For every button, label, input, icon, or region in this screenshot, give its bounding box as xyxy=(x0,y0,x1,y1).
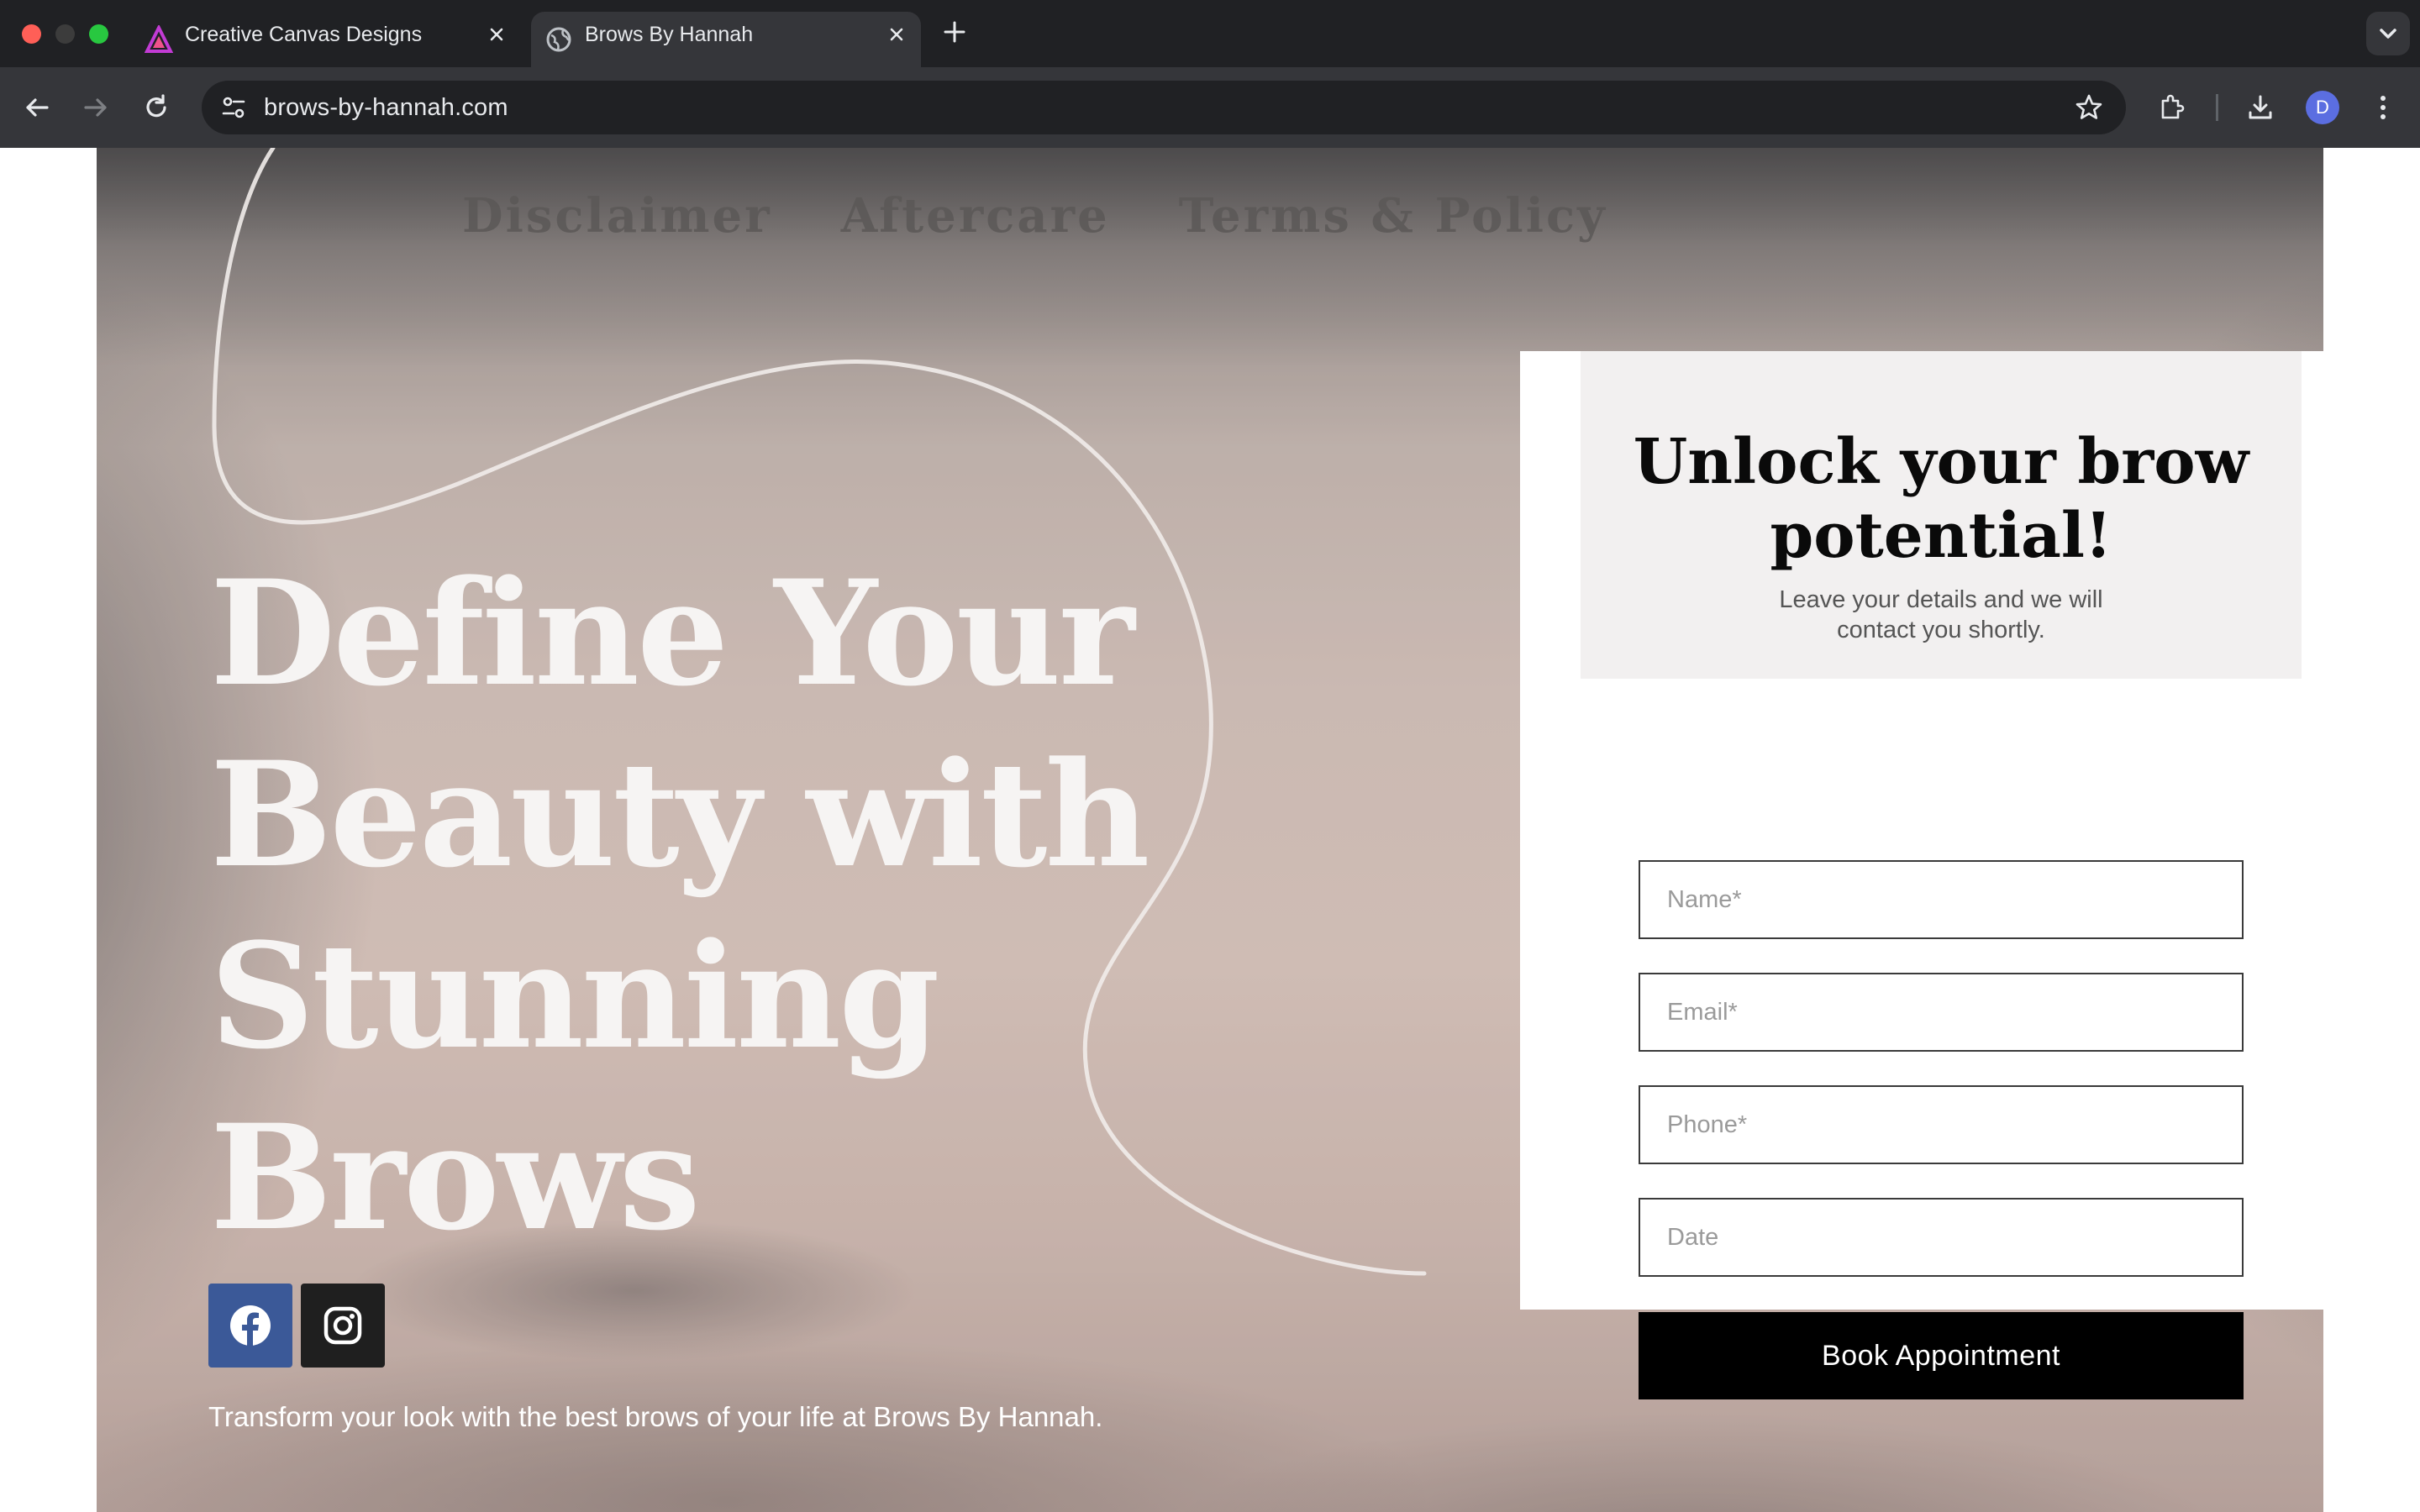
tab-search-button[interactable] xyxy=(2366,12,2410,55)
instagram-button[interactable] xyxy=(301,1284,385,1368)
form-title: Unlock your brow potential! xyxy=(1633,426,2249,572)
browser-tabstrip: Creative Canvas Designs Brows By Hannah xyxy=(0,0,2420,67)
instagram-icon xyxy=(324,1306,362,1345)
hero-headline: Define Your Beauty with Stunning Brows xyxy=(210,548,1150,1263)
window-minimize-button[interactable] xyxy=(55,24,75,44)
tab-title: Creative Canvas Designs xyxy=(185,23,423,46)
page-viewport: Disclaimer Aftercare Terms & Policy Defi… xyxy=(0,148,2420,1512)
book-appointment-button[interactable]: Book Appointment xyxy=(1639,1312,2244,1399)
nav-link-aftercare[interactable]: Aftercare xyxy=(841,188,1110,244)
tab-brows-by-hannah[interactable]: Brows By Hannah xyxy=(531,12,921,67)
nav-link-disclaimer[interactable]: Disclaimer xyxy=(462,188,772,244)
window-close-button[interactable] xyxy=(22,24,41,44)
name-field[interactable] xyxy=(1639,860,2244,939)
nav-link-terms-policy[interactable]: Terms & Policy xyxy=(1179,188,1607,244)
download-icon[interactable] xyxy=(2245,92,2275,123)
facebook-button[interactable] xyxy=(208,1284,292,1368)
form-header: Unlock your brow potential! Leave your d… xyxy=(1581,351,2302,679)
bookmark-star-icon[interactable] xyxy=(2074,92,2104,123)
site-info-icon[interactable] xyxy=(218,92,249,123)
hero-section: Disclaimer Aftercare Terms & Policy Defi… xyxy=(97,148,2323,1512)
chevron-down-icon xyxy=(2380,29,2396,39)
date-field[interactable] xyxy=(1639,1198,2244,1277)
more-vertical-icon[interactable] xyxy=(2368,92,2398,123)
address-bar[interactable]: brows-by-hannah.com xyxy=(202,81,2126,134)
tab-title: Brows By Hannah xyxy=(585,23,754,46)
site-nav: Disclaimer Aftercare Terms & Policy xyxy=(462,188,1607,244)
new-tab-plus-icon[interactable] xyxy=(941,18,968,45)
close-icon[interactable] xyxy=(486,24,508,45)
tab-creative-canvas-designs[interactable]: Creative Canvas Designs xyxy=(131,12,521,67)
globe-icon xyxy=(546,27,571,52)
window-zoom-button[interactable] xyxy=(89,24,108,44)
email-field[interactable] xyxy=(1639,973,2244,1052)
back-arrow-icon[interactable] xyxy=(22,92,52,123)
form-subtitle: Leave your details and we will contact y… xyxy=(1779,586,2103,643)
facebook-icon xyxy=(230,1305,271,1346)
reload-icon[interactable] xyxy=(141,92,171,123)
booking-form-card: Unlock your brow potential! Leave your d… xyxy=(1520,351,2323,1399)
close-icon[interactable] xyxy=(886,24,908,45)
url-text: brows-by-hannah.com xyxy=(264,94,508,121)
extensions-puzzle-icon[interactable] xyxy=(2156,92,2186,123)
phone-field[interactable] xyxy=(1639,1085,2244,1164)
profile-avatar[interactable]: D xyxy=(2306,91,2339,124)
creative-canvas-logo-icon xyxy=(145,25,173,53)
forward-arrow-icon[interactable] xyxy=(81,92,111,123)
toolbar-divider xyxy=(2216,94,2218,121)
hero-tagline: Transform your look with the best brows … xyxy=(208,1401,1103,1432)
